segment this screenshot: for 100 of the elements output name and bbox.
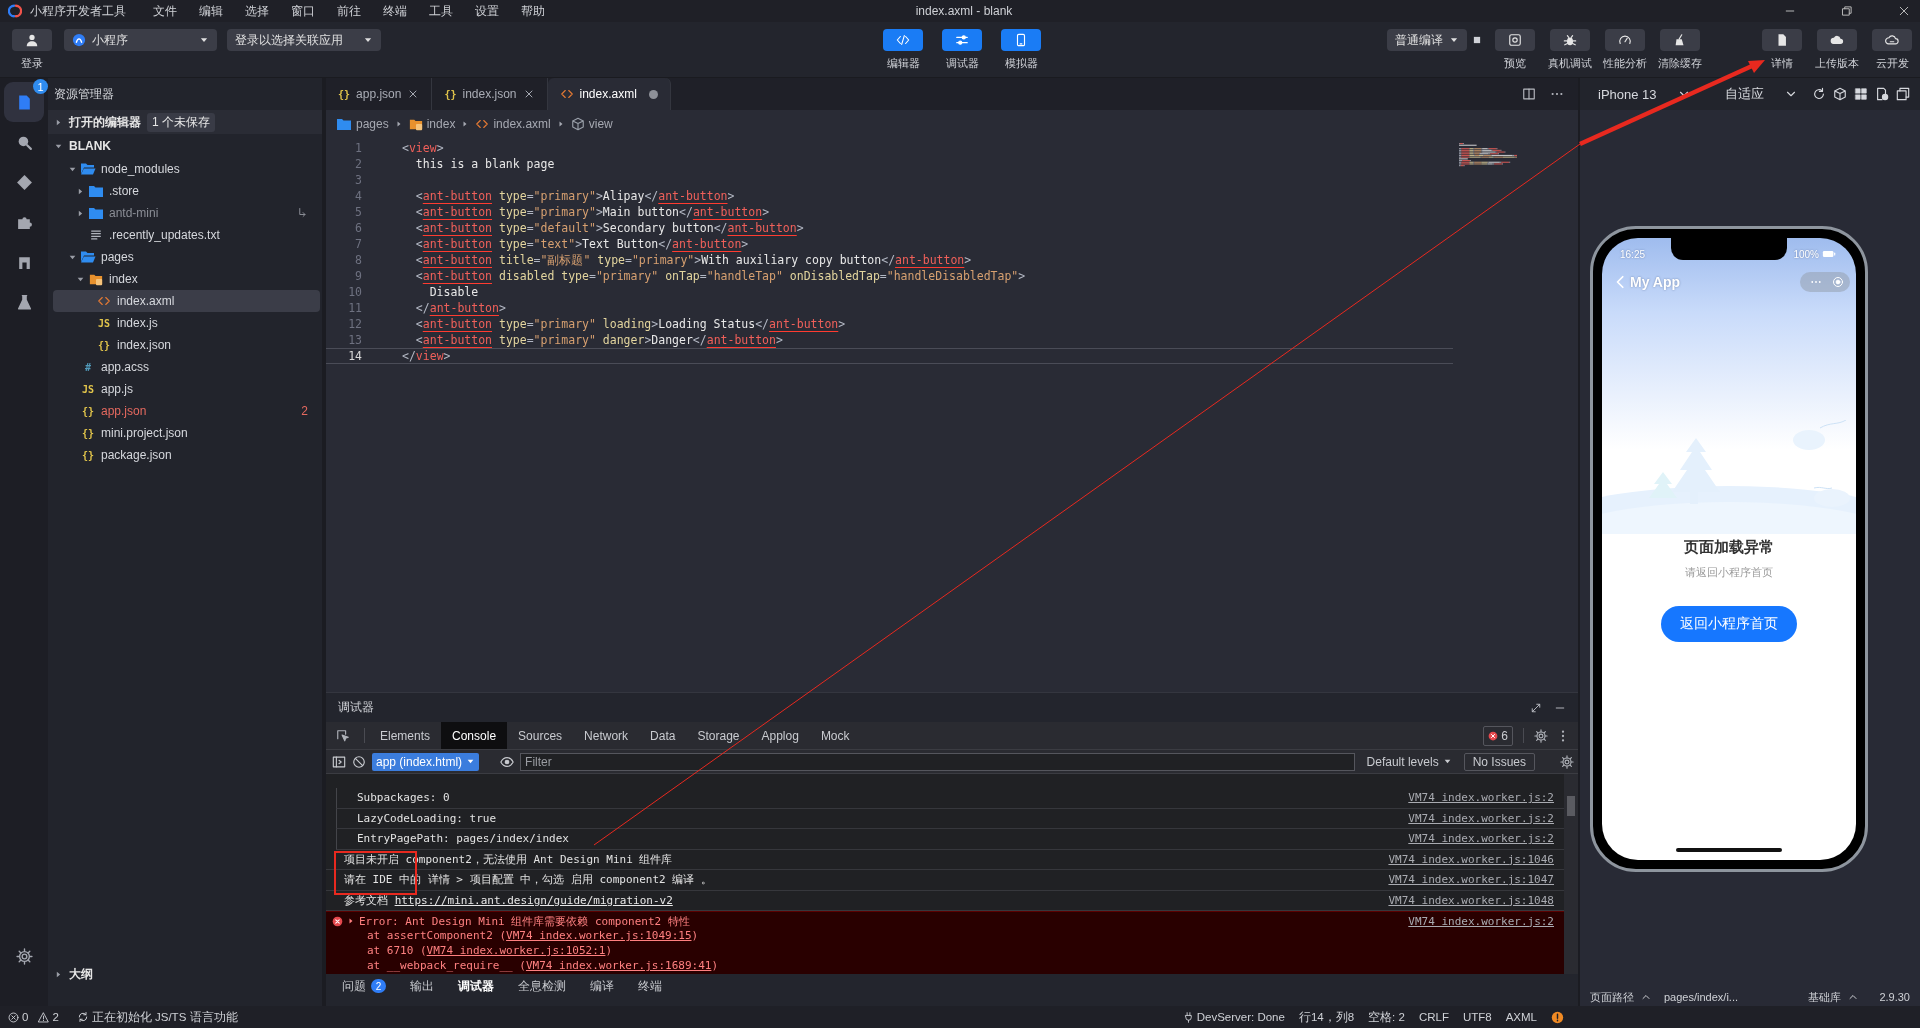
folder-item[interactable]: index [48,268,322,290]
cloud-button[interactable]: 云开发 [1870,29,1914,71]
errors-count[interactable]: 0 [8,1011,29,1023]
split-editor-icon[interactable] [1522,87,1536,101]
login-button[interactable]: 登录 [10,29,54,71]
grid-icon[interactable] [1854,87,1868,101]
warnings-count[interactable]: 2 [38,1011,59,1023]
close-icon[interactable] [1898,5,1910,17]
settings-icon[interactable] [1534,728,1548,743]
file-item[interactable]: # app.acss [48,356,322,378]
source-link[interactable]: VM74 index.worker.js:1048 [1388,893,1554,907]
editor-tab[interactable]: {} index.json [432,78,548,110]
eye-icon[interactable] [500,754,515,769]
devtools-tab[interactable]: Network [573,722,640,749]
folder-item[interactable]: node_modules [48,158,322,180]
source-link[interactable]: VM74 index.worker.js:2 [1408,811,1554,825]
menu-item[interactable]: 帮助 [510,2,556,20]
source-link[interactable]: VM74 index.worker.js:1046 [1388,852,1554,866]
menu-item[interactable]: 工具 [418,2,464,20]
breadcrumb-item[interactable]: view [570,117,613,131]
filter-field[interactable]: Filter [520,752,1355,771]
file-item[interactable]: {} index.json [48,334,322,356]
breadcrumb-item[interactable]: index [408,117,456,131]
editor-tab[interactable]: {} app.json [326,78,433,110]
scrollbar[interactable] [1564,774,1578,974]
doc-link[interactable]: https://mini.ant.design/guide/migration-v2 [394,893,673,907]
file-item[interactable]: {} package.json [48,444,322,466]
editor-tab[interactable]: index.axml [547,78,671,110]
editor-view-button[interactable]: 编辑器 [881,29,925,71]
panel-tab[interactable]: 终端 [628,975,672,997]
devtools-tab[interactable]: Elements [369,722,442,749]
file-item[interactable]: {} app.json 2 [48,400,322,422]
sidebar-toggle-icon[interactable] [332,754,346,769]
devtools-tab[interactable]: Sources [507,722,574,749]
document-clock-icon[interactable] [1875,87,1889,101]
devtools-tab[interactable]: Applog [750,722,810,749]
devtools-tab[interactable]: Mock [809,722,861,749]
stop-icon[interactable] [1472,35,1482,45]
source-link[interactable]: VM74 index.worker.js:2 [1408,832,1554,846]
stack-link[interactable]: VM74 index.worker.js:1052:1 [426,944,606,957]
linked-app-dropdown[interactable]: 登录以选择关联应用 [227,29,381,51]
restore-icon[interactable] [1841,5,1853,17]
compile-mode-dropdown[interactable]: 普通编译 [1387,29,1467,51]
indent-setting[interactable]: 空格: 2 [1368,1009,1405,1025]
remote-debug-button[interactable]: 真机调试 [1548,29,1592,71]
menu-item[interactable]: 窗口 [280,2,326,20]
file-item[interactable]: JS index.js [48,312,322,334]
panel-tab[interactable]: 输出 [400,975,444,997]
back-home-button[interactable]: 返回小程序首页 [1661,606,1797,642]
panel-tab[interactable]: 调试器 [448,975,504,997]
encoding[interactable]: UTF8 [1462,1011,1492,1023]
breadcrumb-item[interactable]: index.axml [475,117,551,131]
panel-tab[interactable]: 全息检测 [508,975,576,997]
source-link[interactable]: VM74 index.worker.js:2 [1408,914,1554,928]
panel-tab[interactable]: 问题 2 [332,975,396,997]
menu-item[interactable]: 前往 [326,2,372,20]
error-count-badge[interactable]: 6 [1483,726,1513,746]
language-mode[interactable]: AXML [1505,1011,1537,1023]
clear-cache-button[interactable]: 清除缓存 [1658,29,1702,71]
details-button[interactable]: 详情 [1760,29,1804,71]
folder-item[interactable]: .store [48,180,322,202]
folder-item[interactable]: antd-mini [48,202,322,224]
line-ending[interactable]: CRLF [1418,1011,1449,1023]
menu-item[interactable]: 终端 [372,2,418,20]
clear-console-icon[interactable] [352,754,366,769]
app-type-dropdown[interactable]: 小程序 [64,29,217,51]
refresh-icon[interactable] [1812,87,1826,101]
expand-icon[interactable] [1530,701,1542,714]
cube-icon[interactable] [1833,87,1847,101]
outline-header[interactable]: 大纲 [48,962,322,986]
devtools-tab[interactable]: Data [639,722,687,749]
project-header[interactable]: BLANK [48,134,322,158]
server-status[interactable]: DevServer: Done [1196,1011,1285,1023]
settings-icon[interactable] [1560,754,1574,769]
menu-item[interactable]: 选择 [234,2,280,20]
source-link[interactable]: VM74 index.worker.js:2 [1408,791,1554,805]
folder-item[interactable]: pages [48,246,322,268]
upload-button[interactable]: 上传版本 [1815,29,1859,71]
levels-dropdown[interactable]: Default levels [1360,754,1458,769]
preview-button[interactable]: 预览 [1493,29,1537,71]
zoom-dropdown[interactable]: 自适应 [1724,85,1798,103]
inspect-icon[interactable] [336,728,350,743]
context-select[interactable]: app (index.html) [372,752,480,771]
menu-item[interactable]: 文件 [142,2,188,20]
simulator-view-button[interactable]: 模拟器 [999,29,1043,71]
file-item[interactable]: JS app.js [48,378,322,400]
file-item[interactable]: .recently_updates.txt [48,224,322,246]
breadcrumb-item[interactable]: pages [336,116,389,132]
file-item[interactable]: {} mini.project.json [48,422,322,444]
performance-button[interactable]: 性能分析 [1603,29,1647,71]
devtools-tab[interactable]: Storage [686,722,751,749]
issues-button[interactable]: No Issues [1463,752,1535,771]
source-link[interactable]: VM74 index.worker.js:1047 [1388,873,1554,887]
cursor-position[interactable]: 行14，列8 [1298,1009,1355,1025]
stack-link[interactable]: VM74 index.worker.js:1049:15 [506,929,692,942]
menu-item[interactable]: 设置 [464,2,510,20]
device-dropdown[interactable]: iPhone 13 [1598,86,1691,102]
debugger-view-button[interactable]: 调试器 [940,29,984,71]
windows-icon[interactable] [1896,87,1910,101]
panel-tab[interactable]: 编译 [580,975,624,997]
